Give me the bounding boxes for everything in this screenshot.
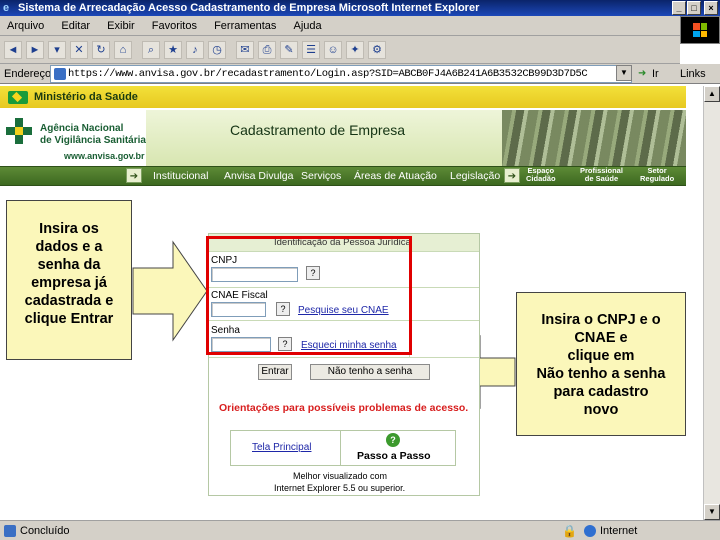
globe-icon — [584, 525, 596, 537]
scroll-up-icon[interactable]: ▲ — [704, 86, 720, 102]
status-bar: Concluído 🔒 Internet — [0, 520, 720, 540]
help-question-icon[interactable]: ? — [386, 433, 400, 447]
enter-button[interactable]: Entrar — [258, 364, 292, 380]
browser-note-line1: Melhor visualizado com — [293, 471, 388, 481]
vertical-scrollbar[interactable]: ▲ ▼ — [703, 86, 720, 520]
highlight-frame — [206, 236, 412, 355]
browser-note-line2: Internet Explorer 5.5 ou superior. — [274, 483, 406, 493]
page-done-icon — [4, 525, 16, 537]
scroll-down-icon[interactable]: ▼ — [704, 504, 720, 520]
right-pointing-arrow — [132, 240, 208, 342]
divider — [209, 357, 479, 358]
orientation-text[interactable]: Orientações para possíveis problemas de … — [219, 402, 468, 414]
step-by-step-link[interactable]: Passo a Passo — [357, 450, 431, 462]
divider — [340, 430, 341, 466]
security-zone: Internet — [600, 525, 638, 537]
home-link[interactable]: Tela Principal — [252, 442, 311, 454]
status-text: Concluído — [20, 525, 70, 537]
no-password-button[interactable]: Não tenho a senha — [310, 364, 430, 380]
lock-icon[interactable]: 🔒 — [562, 524, 577, 538]
